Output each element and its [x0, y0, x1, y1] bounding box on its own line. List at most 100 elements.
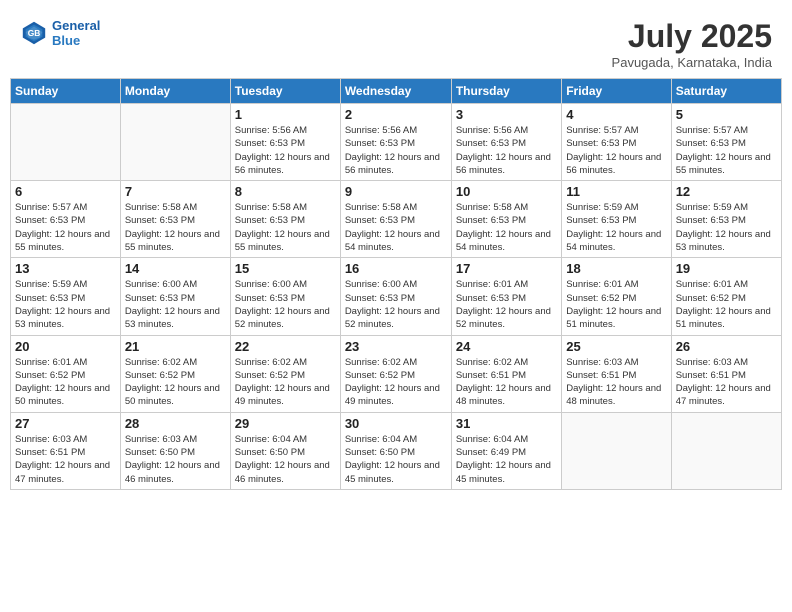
day-number: 9: [345, 184, 447, 199]
day-number: 3: [456, 107, 557, 122]
logo-icon: GB: [20, 19, 48, 47]
day-number: 26: [676, 339, 777, 354]
calendar-cell: 23Sunrise: 6:02 AM Sunset: 6:52 PM Dayli…: [340, 335, 451, 412]
day-info: Sunrise: 5:57 AM Sunset: 6:53 PM Dayligh…: [566, 124, 666, 177]
day-info: Sunrise: 6:02 AM Sunset: 6:52 PM Dayligh…: [125, 356, 226, 409]
calendar-week-1: 1 Sunrise: 5:56 AM Sunset: 6:53 PM Daylig…: [11, 104, 782, 181]
day-info: Sunrise: 6:00 AM Sunset: 6:53 PM Dayligh…: [125, 278, 226, 331]
day-number: 7: [125, 184, 226, 199]
day-info: Sunrise: 5:58 AM Sunset: 6:53 PM Dayligh…: [345, 201, 447, 254]
calendar-cell: 31 Sunrise: 6:04 AM Sunset: 6:49 PM Dayli…: [451, 412, 561, 489]
day-info: Sunrise: 5:58 AM Sunset: 6:53 PM Dayligh…: [456, 201, 557, 254]
day-info: Sunrise: 6:01 AM Sunset: 6:53 PM Dayligh…: [456, 278, 557, 331]
day-number: 21: [125, 339, 226, 354]
day-number: 19: [676, 261, 777, 276]
day-info: Sunrise: 6:01 AM Sunset: 6:52 PM Dayligh…: [15, 356, 116, 409]
day-info: Sunrise: 6:02 AM Sunset: 6:52 PM Dayligh…: [345, 356, 447, 409]
day-info: Sunrise: 5:56 AM Sunset: 6:53 PM Dayligh…: [345, 124, 447, 177]
day-info: Sunrise: 5:59 AM Sunset: 6:53 PM Dayligh…: [676, 201, 777, 254]
day-number: 27: [15, 416, 116, 431]
day-info: Sunrise: 6:03 AM Sunset: 6:51 PM Dayligh…: [566, 356, 666, 409]
calendar-week-2: 6 Sunrise: 5:57 AM Sunset: 6:53 PM Daylig…: [11, 181, 782, 258]
day-number: 15: [235, 261, 336, 276]
day-number: 8: [235, 184, 336, 199]
day-info: Sunrise: 5:58 AM Sunset: 6:53 PM Dayligh…: [235, 201, 336, 254]
day-number: 11: [566, 184, 666, 199]
calendar-cell: 18 Sunrise: 6:01 AM Sunset: 6:52 PM Dayli…: [562, 258, 671, 335]
calendar-cell: [11, 104, 121, 181]
day-number: 25: [566, 339, 666, 354]
calendar-cell: [120, 104, 230, 181]
day-number: 28: [125, 416, 226, 431]
day-info: Sunrise: 6:01 AM Sunset: 6:52 PM Dayligh…: [676, 278, 777, 331]
day-info: Sunrise: 6:00 AM Sunset: 6:53 PM Dayligh…: [345, 278, 447, 331]
weekday-header-tuesday: Tuesday: [230, 79, 340, 104]
day-number: 14: [125, 261, 226, 276]
calendar-cell: 12 Sunrise: 5:59 AM Sunset: 6:53 PM Dayli…: [671, 181, 781, 258]
calendar-week-3: 13 Sunrise: 5:59 AM Sunset: 6:53 PM Dayli…: [11, 258, 782, 335]
weekday-header-sunday: Sunday: [11, 79, 121, 104]
day-number: 18: [566, 261, 666, 276]
calendar-week-5: 27Sunrise: 6:03 AM Sunset: 6:51 PM Dayli…: [11, 412, 782, 489]
calendar-cell: 5 Sunrise: 5:57 AM Sunset: 6:53 PM Daylig…: [671, 104, 781, 181]
calendar-table: SundayMondayTuesdayWednesdayThursdayFrid…: [10, 78, 782, 490]
month-year: July 2025: [612, 18, 772, 55]
calendar-cell: 26 Sunrise: 6:03 AM Sunset: 6:51 PM Dayli…: [671, 335, 781, 412]
svg-text:GB: GB: [28, 28, 41, 38]
calendar-cell: 22Sunrise: 6:02 AM Sunset: 6:52 PM Dayli…: [230, 335, 340, 412]
day-info: Sunrise: 5:56 AM Sunset: 6:53 PM Dayligh…: [456, 124, 557, 177]
day-info: Sunrise: 6:01 AM Sunset: 6:52 PM Dayligh…: [566, 278, 666, 331]
title-section: July 2025 Pavugada, Karnataka, India: [612, 18, 772, 70]
day-info: Sunrise: 6:03 AM Sunset: 6:50 PM Dayligh…: [125, 433, 226, 486]
day-info: Sunrise: 5:59 AM Sunset: 6:53 PM Dayligh…: [15, 278, 116, 331]
day-number: 31: [456, 416, 557, 431]
day-number: 1: [235, 107, 336, 122]
calendar-cell: 3 Sunrise: 5:56 AM Sunset: 6:53 PM Daylig…: [451, 104, 561, 181]
day-info: Sunrise: 5:57 AM Sunset: 6:53 PM Dayligh…: [676, 124, 777, 177]
day-info: Sunrise: 5:57 AM Sunset: 6:53 PM Dayligh…: [15, 201, 116, 254]
calendar-cell: 7Sunrise: 5:58 AM Sunset: 6:53 PM Daylig…: [120, 181, 230, 258]
day-number: 16: [345, 261, 447, 276]
calendar-cell: 17Sunrise: 6:01 AM Sunset: 6:53 PM Dayli…: [451, 258, 561, 335]
calendar-cell: 16 Sunrise: 6:00 AM Sunset: 6:53 PM Dayli…: [340, 258, 451, 335]
day-number: 24: [456, 339, 557, 354]
calendar-cell: 11 Sunrise: 5:59 AM Sunset: 6:53 PM Dayli…: [562, 181, 671, 258]
day-info: Sunrise: 5:59 AM Sunset: 6:53 PM Dayligh…: [566, 201, 666, 254]
day-number: 2: [345, 107, 447, 122]
day-number: 10: [456, 184, 557, 199]
calendar-week-4: 20 Sunrise: 6:01 AM Sunset: 6:52 PM Dayli…: [11, 335, 782, 412]
calendar-cell: 21 Sunrise: 6:02 AM Sunset: 6:52 PM Dayli…: [120, 335, 230, 412]
calendar-cell: 10 Sunrise: 5:58 AM Sunset: 6:53 PM Dayli…: [451, 181, 561, 258]
day-number: 5: [676, 107, 777, 122]
calendar-cell: [671, 412, 781, 489]
calendar-cell: 2 Sunrise: 5:56 AM Sunset: 6:53 PM Daylig…: [340, 104, 451, 181]
calendar-cell: 8 Sunrise: 5:58 AM Sunset: 6:53 PM Daylig…: [230, 181, 340, 258]
day-info: Sunrise: 6:04 AM Sunset: 6:50 PM Dayligh…: [345, 433, 447, 486]
day-info: Sunrise: 6:02 AM Sunset: 6:51 PM Dayligh…: [456, 356, 557, 409]
weekday-header-friday: Friday: [562, 79, 671, 104]
calendar-cell: 28 Sunrise: 6:03 AM Sunset: 6:50 PM Dayli…: [120, 412, 230, 489]
calendar-cell: 14 Sunrise: 6:00 AM Sunset: 6:53 PM Dayli…: [120, 258, 230, 335]
weekday-header-wednesday: Wednesday: [340, 79, 451, 104]
calendar-cell: 13 Sunrise: 5:59 AM Sunset: 6:53 PM Dayli…: [11, 258, 121, 335]
weekday-header-saturday: Saturday: [671, 79, 781, 104]
day-number: 29: [235, 416, 336, 431]
logo-text: General Blue: [52, 18, 100, 48]
day-info: Sunrise: 6:03 AM Sunset: 6:51 PM Dayligh…: [676, 356, 777, 409]
location: Pavugada, Karnataka, India: [612, 55, 772, 70]
calendar-cell: 15Sunrise: 6:00 AM Sunset: 6:53 PM Dayli…: [230, 258, 340, 335]
calendar-cell: 4 Sunrise: 5:57 AM Sunset: 6:53 PM Daylig…: [562, 104, 671, 181]
calendar-cell: 29Sunrise: 6:04 AM Sunset: 6:50 PM Dayli…: [230, 412, 340, 489]
day-number: 20: [15, 339, 116, 354]
calendar-cell: 20 Sunrise: 6:01 AM Sunset: 6:52 PM Dayli…: [11, 335, 121, 412]
day-number: 12: [676, 184, 777, 199]
calendar-cell: 30Sunrise: 6:04 AM Sunset: 6:50 PM Dayli…: [340, 412, 451, 489]
calendar-cell: 1Sunrise: 5:56 AM Sunset: 6:53 PM Daylig…: [230, 104, 340, 181]
calendar-cell: 9 Sunrise: 5:58 AM Sunset: 6:53 PM Daylig…: [340, 181, 451, 258]
calendar-cell: 25 Sunrise: 6:03 AM Sunset: 6:51 PM Dayli…: [562, 335, 671, 412]
day-info: Sunrise: 6:04 AM Sunset: 6:49 PM Dayligh…: [456, 433, 557, 486]
day-number: 13: [15, 261, 116, 276]
day-number: 6: [15, 184, 116, 199]
calendar-cell: [562, 412, 671, 489]
day-number: 4: [566, 107, 666, 122]
